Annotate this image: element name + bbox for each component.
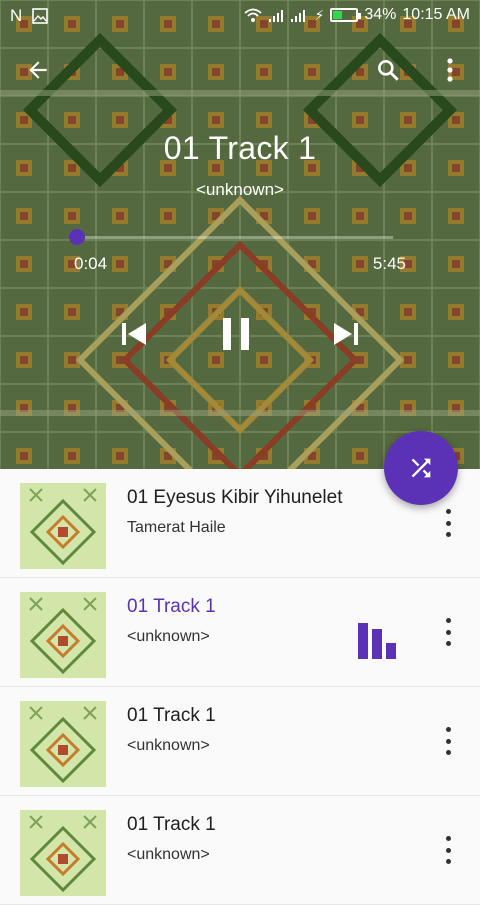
skip-previous-icon <box>122 323 146 345</box>
list-item-artist: <unknown> <box>127 846 210 863</box>
list-item-title: 01 Eyesus Kibir Yihunelet <box>127 487 343 508</box>
previous-button[interactable] <box>110 310 158 358</box>
more-vert-icon <box>445 618 451 623</box>
list-item-artist: <unknown> <box>127 628 210 645</box>
track-artist: <unknown> <box>196 180 284 199</box>
elapsed-time: 0:04 <box>74 254 108 273</box>
list-item-title: 01 Track 1 <box>127 814 216 835</box>
list-item[interactable]: 01 Track 1 <unknown> <box>0 578 480 687</box>
signal-icon <box>268 10 305 22</box>
status-bar: N ⚡ 34% 10:15 AM <box>0 0 480 32</box>
next-button[interactable] <box>322 310 370 358</box>
shuffle-icon <box>411 458 431 478</box>
more-options-button[interactable] <box>430 50 470 90</box>
album-art-thumbnail <box>20 810 106 896</box>
total-duration: 5:45 <box>372 254 406 273</box>
search-button[interactable] <box>368 50 408 90</box>
album-art-thumbnail <box>20 701 106 787</box>
list-item-more-button[interactable] <box>440 509 456 537</box>
charging-icon: ⚡ <box>314 6 325 23</box>
skip-next-icon <box>334 323 358 345</box>
list-item-more-button[interactable] <box>440 727 456 755</box>
pause-button[interactable] <box>212 310 260 358</box>
battery-icon <box>330 8 362 22</box>
list-item-more-button[interactable] <box>440 836 456 864</box>
album-art-thumbnail <box>20 483 106 569</box>
pause-icon <box>223 318 249 350</box>
list-item[interactable]: 01 Track 1 <unknown> <box>0 687 480 796</box>
seek-bar[interactable] <box>68 229 393 245</box>
more-vert-icon <box>445 836 451 841</box>
more-vert-icon <box>447 58 453 82</box>
image-notification-icon <box>32 8 49 24</box>
album-art-thumbnail <box>20 592 106 678</box>
list-item-artist: Tamerat Haile <box>127 519 226 536</box>
clock: 10:15 AM <box>402 6 470 23</box>
wifi-icon <box>243 8 262 22</box>
more-vert-icon <box>445 509 451 514</box>
notification-n-icon: N <box>10 6 23 25</box>
list-item-title: 01 Track 1 <box>127 596 216 617</box>
shuffle-button[interactable] <box>384 431 458 505</box>
more-vert-icon <box>445 727 451 732</box>
now-playing-panel: N ⚡ 34% 10:15 AM 01 Track 1 <unknown> 0:… <box>0 0 480 469</box>
list-item[interactable]: 01 Track 1 <unknown> <box>0 796 480 905</box>
back-button[interactable] <box>18 50 58 90</box>
battery-percent: 34% <box>364 6 397 23</box>
playlist: 01 Eyesus Kibir Yihunelet Tamerat Haile <box>0 469 480 905</box>
search-icon <box>378 60 399 81</box>
battery-level-fill <box>333 11 342 19</box>
list-item-artist: <unknown> <box>127 737 210 754</box>
track-title: 01 Track 1 <box>163 130 317 166</box>
now-playing-equalizer-icon <box>358 623 396 659</box>
arrow-back-icon <box>29 61 47 79</box>
list-item-title: 01 Track 1 <box>127 705 216 726</box>
toolbar <box>0 44 480 96</box>
list-item-more-button[interactable] <box>440 618 456 646</box>
seek-bar-thumb[interactable] <box>68 229 85 245</box>
